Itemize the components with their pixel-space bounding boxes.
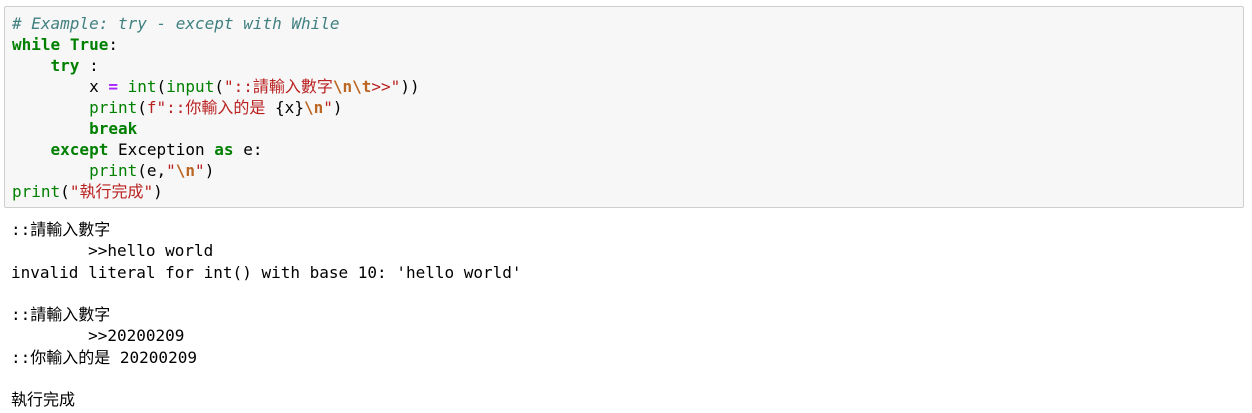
code-token: int	[127, 77, 157, 96]
code-token: :	[79, 56, 99, 75]
code-cell-input[interactable]: # Example: try - except with While while …	[4, 6, 1244, 208]
code-line: except Exception as e:	[12, 139, 420, 160]
code-token: as	[214, 140, 234, 159]
output-line: >>20200209	[11, 326, 185, 346]
code-line: print(f"::你輸入的是 {x}\n")	[12, 97, 420, 118]
code-token: ))	[400, 77, 420, 96]
output-line: ::你輸入的是 20200209	[11, 347, 197, 367]
code-token: break	[89, 119, 138, 138]
code-token: \n	[175, 161, 196, 180]
code-token: (	[214, 77, 224, 96]
output-line: 執行完成	[11, 390, 76, 410]
code-token: print	[89, 98, 138, 117]
code-token: input	[166, 77, 215, 96]
code-line: break	[12, 118, 420, 139]
code-line: # Example: try - except with While	[12, 13, 420, 34]
code-line: x = int(input("::請輸入數字\n\t>>"))	[12, 76, 420, 97]
code-token: x	[12, 77, 109, 96]
code-token: print	[12, 182, 61, 201]
code-token: "執行完成"	[69, 182, 154, 201]
code-editor[interactable]: # Example: try - except with While while …	[12, 13, 420, 202]
code-token: f"::你輸入的是	[146, 98, 276, 117]
code-token: "::請輸入數字	[223, 77, 333, 96]
code-token: )	[153, 182, 163, 201]
code-token: \n\t	[332, 77, 372, 96]
code-token: Exception	[108, 140, 215, 159]
code-token: "	[195, 161, 205, 180]
output-line: >>hello world	[11, 241, 214, 261]
code-token: \n	[303, 98, 324, 117]
code-cell-output: ::請輸入數字 >>hello world invalid literal for…	[11, 219, 522, 411]
code-line: print("執行完成")	[12, 181, 420, 202]
code-token: )	[204, 161, 215, 180]
code-token: except	[50, 140, 109, 159]
code-line: while True:	[12, 34, 420, 55]
code-token: {x}	[275, 98, 304, 117]
code-token: (	[156, 77, 167, 96]
code-token: )	[332, 98, 343, 117]
code-token: True	[69, 35, 109, 54]
code-line: print(e,"\n")	[12, 160, 420, 181]
code-token: while	[12, 35, 61, 54]
code-token: (	[60, 182, 70, 201]
code-token: print	[89, 161, 138, 180]
code-token: "	[323, 98, 333, 117]
code-token: =	[108, 77, 118, 96]
code-token: try	[50, 56, 80, 75]
code-token: (e,	[137, 161, 167, 180]
output-line: ::請輸入數字	[11, 220, 111, 239]
code-token: :	[108, 35, 118, 54]
output-line: ::請輸入數字	[11, 305, 111, 325]
code-token: "	[166, 161, 176, 180]
code-line: try :	[12, 55, 420, 76]
code-token: (	[137, 98, 147, 117]
code-token: # Example: try - except with While	[12, 14, 340, 33]
output-line: invalid literal for int() with base 10: …	[11, 262, 522, 282]
code-token: e:	[233, 140, 263, 159]
code-token: >>"	[371, 77, 401, 96]
